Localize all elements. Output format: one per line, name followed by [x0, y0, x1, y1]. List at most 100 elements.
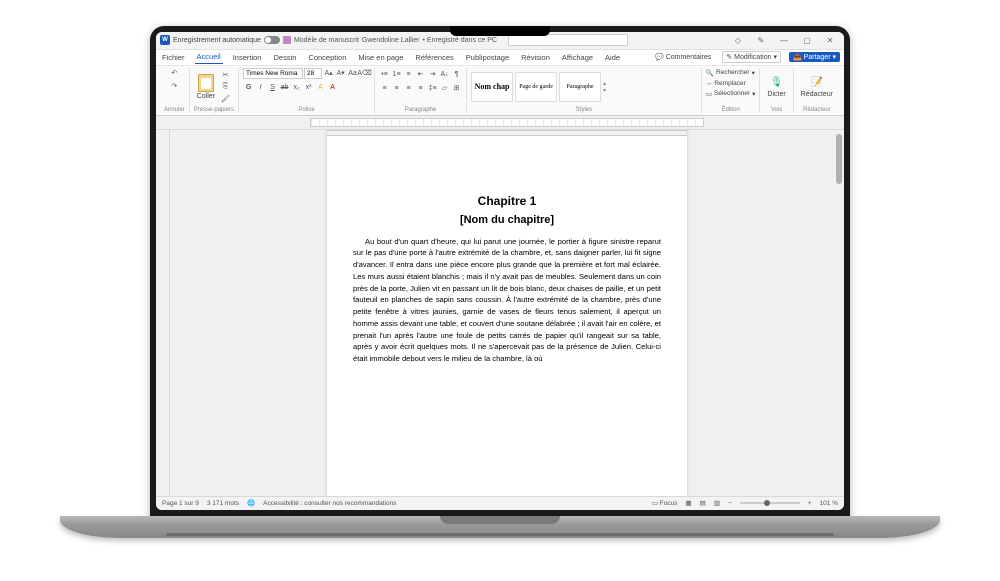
- format-painter-button[interactable]: 🖌: [220, 93, 231, 104]
- show-marks-button[interactable]: ¶: [451, 69, 462, 80]
- cut-button[interactable]: ✂: [220, 69, 231, 80]
- align-right-button[interactable]: ≡: [403, 83, 414, 94]
- underline-button[interactable]: S: [267, 82, 278, 93]
- accessibility-status[interactable]: Accessibilité : consulter nos recommanda…: [263, 500, 396, 507]
- share-button[interactable]: 📤 Partager ▾: [789, 52, 840, 62]
- numbering-button[interactable]: 1≡: [391, 69, 402, 80]
- menu-affichage[interactable]: Affichage: [560, 51, 595, 64]
- language-indicator[interactable]: 🌐: [247, 499, 255, 507]
- paste-label: Coller: [197, 93, 215, 100]
- ribbon: ↶ ↷ Annuler Coller ✂ ⎘ 🖌: [156, 66, 844, 116]
- menu-insertion[interactable]: Insertion: [231, 51, 264, 64]
- pen-icon[interactable]: ✎: [751, 32, 771, 50]
- share-label: Partager: [804, 54, 831, 61]
- align-center-button[interactable]: ≡: [391, 83, 402, 94]
- modification-label: Modification: [734, 54, 771, 61]
- style-card-3[interactable]: Paragraphe: [559, 72, 601, 102]
- menu-miseenpage[interactable]: Mise en page: [356, 51, 405, 64]
- screen-bezel: W Enregistrement automatique Modèle de m…: [150, 26, 850, 516]
- undo-label: Annuler: [164, 106, 185, 113]
- find-button[interactable]: 🔍 Rechercher ▾: [706, 68, 755, 78]
- styles-down-button[interactable]: ▾: [603, 87, 606, 94]
- paste-icon: [198, 74, 214, 92]
- autosave-toggle[interactable]: [264, 36, 280, 44]
- close-button[interactable]: ✕: [820, 32, 840, 50]
- font-size-select[interactable]: 28: [304, 68, 322, 79]
- view-read[interactable]: ▤: [700, 499, 706, 507]
- maximize-button[interactable]: ▢: [797, 32, 817, 50]
- document-icon: [283, 36, 291, 44]
- search-input[interactable]: [508, 34, 628, 46]
- undo-button[interactable]: ↶: [169, 68, 180, 79]
- menu-revision[interactable]: Révision: [519, 51, 552, 64]
- diamond-icon[interactable]: ◇: [728, 32, 748, 50]
- view-web[interactable]: ▥: [714, 499, 720, 507]
- shrink-font-button[interactable]: A▾: [335, 68, 346, 79]
- align-left-button[interactable]: ≡: [379, 83, 390, 94]
- redo-button[interactable]: ↷: [169, 81, 180, 92]
- superscript-button[interactable]: x²: [303, 82, 314, 93]
- mic-icon: 🎙: [770, 76, 784, 90]
- modification-button[interactable]: ✎ Modification ▾: [722, 51, 781, 63]
- borders-button[interactable]: ⊞: [451, 83, 462, 94]
- horizontal-ruler[interactable]: [310, 118, 704, 127]
- style-card-1[interactable]: Nom chap: [471, 72, 513, 102]
- zoom-out[interactable]: −: [728, 500, 732, 507]
- horizontal-ruler-area: [156, 116, 844, 130]
- zoom-level[interactable]: 101 %: [820, 500, 838, 507]
- multilevel-button[interactable]: ≡: [403, 69, 414, 80]
- shading-button[interactable]: ▱: [439, 83, 450, 94]
- font-name-select[interactable]: Times New Roma: [243, 68, 303, 79]
- menu-references[interactable]: Références: [413, 51, 455, 64]
- word-app-window: W Enregistrement automatique Modèle de m…: [156, 32, 844, 510]
- vertical-scrollbar[interactable]: [836, 134, 842, 184]
- menu-conception[interactable]: Conception: [306, 51, 348, 64]
- menu-fichier[interactable]: Fichier: [160, 51, 187, 64]
- voice-group-label: Voix: [764, 106, 788, 113]
- chapter-subtitle: [Nom du chapitre]: [353, 214, 661, 226]
- outdent-button[interactable]: ⇤: [415, 69, 426, 80]
- style-card-2[interactable]: Page de garde: [515, 72, 557, 102]
- line-spacing-button[interactable]: ‡≡: [427, 83, 438, 94]
- dictate-button[interactable]: 🎙Dicter: [764, 74, 788, 100]
- focus-mode[interactable]: ▭ Focus: [652, 499, 678, 507]
- minimize-button[interactable]: —: [774, 32, 794, 50]
- word-count[interactable]: 3 171 mots: [207, 500, 239, 507]
- menu-dessin[interactable]: Dessin: [271, 51, 298, 64]
- strike-button[interactable]: ab: [279, 82, 290, 93]
- subscript-button[interactable]: x₂: [291, 82, 302, 93]
- zoom-slider[interactable]: [740, 502, 800, 504]
- view-print[interactable]: ▦: [686, 499, 692, 507]
- ribbon-styles-group: Nom chap Page de garde Paragraphe ▴ ▾ St…: [467, 68, 702, 113]
- menu-publipostage[interactable]: Publipostage: [464, 51, 511, 64]
- page-content[interactable]: Chapitre 1 [Nom du chapitre] Au bout d'u…: [353, 142, 661, 365]
- indent-button[interactable]: ⇥: [427, 69, 438, 80]
- italic-button[interactable]: I: [255, 82, 266, 93]
- page-count[interactable]: Page 1 sur 9: [162, 500, 199, 507]
- document-area[interactable]: Chapitre 1 [Nom du chapitre] Au bout d'u…: [170, 130, 844, 496]
- ribbon-clipboard-group: Coller ✂ ⎘ 🖌 Presse-papiers: [190, 68, 239, 113]
- copy-button[interactable]: ⎘: [220, 81, 231, 92]
- laptop-frame: W Enregistrement automatique Modèle de m…: [60, 26, 940, 556]
- paste-button[interactable]: Coller: [194, 72, 218, 102]
- select-button[interactable]: ▭ Sélectionner ▾: [706, 89, 756, 99]
- zoom-in[interactable]: +: [808, 500, 812, 507]
- replace-button[interactable]: ↔ Remplacer: [706, 79, 746, 88]
- grow-font-button[interactable]: A▴: [323, 68, 334, 79]
- editor-button[interactable]: 📝Rédacteur: [798, 74, 836, 100]
- sort-button[interactable]: A↓: [439, 69, 450, 80]
- clear-format-button[interactable]: A⌫: [359, 68, 370, 79]
- page-gap: [327, 130, 687, 136]
- font-group-label: Police: [243, 106, 370, 113]
- menu-aide[interactable]: Aide: [603, 51, 622, 64]
- bullets-button[interactable]: •≡: [379, 69, 390, 80]
- justify-button[interactable]: ≡: [415, 83, 426, 94]
- font-color-button[interactable]: A: [327, 82, 338, 93]
- comments-button[interactable]: 💬 Commentaires: [652, 52, 714, 62]
- editor-label: Rédacteur: [801, 91, 833, 98]
- vertical-ruler[interactable]: [156, 130, 170, 496]
- bold-button[interactable]: G: [243, 82, 254, 93]
- menu-accueil[interactable]: Accueil: [195, 50, 223, 64]
- highlight-button[interactable]: A: [315, 82, 326, 93]
- styles-up-button[interactable]: ▴: [603, 80, 606, 87]
